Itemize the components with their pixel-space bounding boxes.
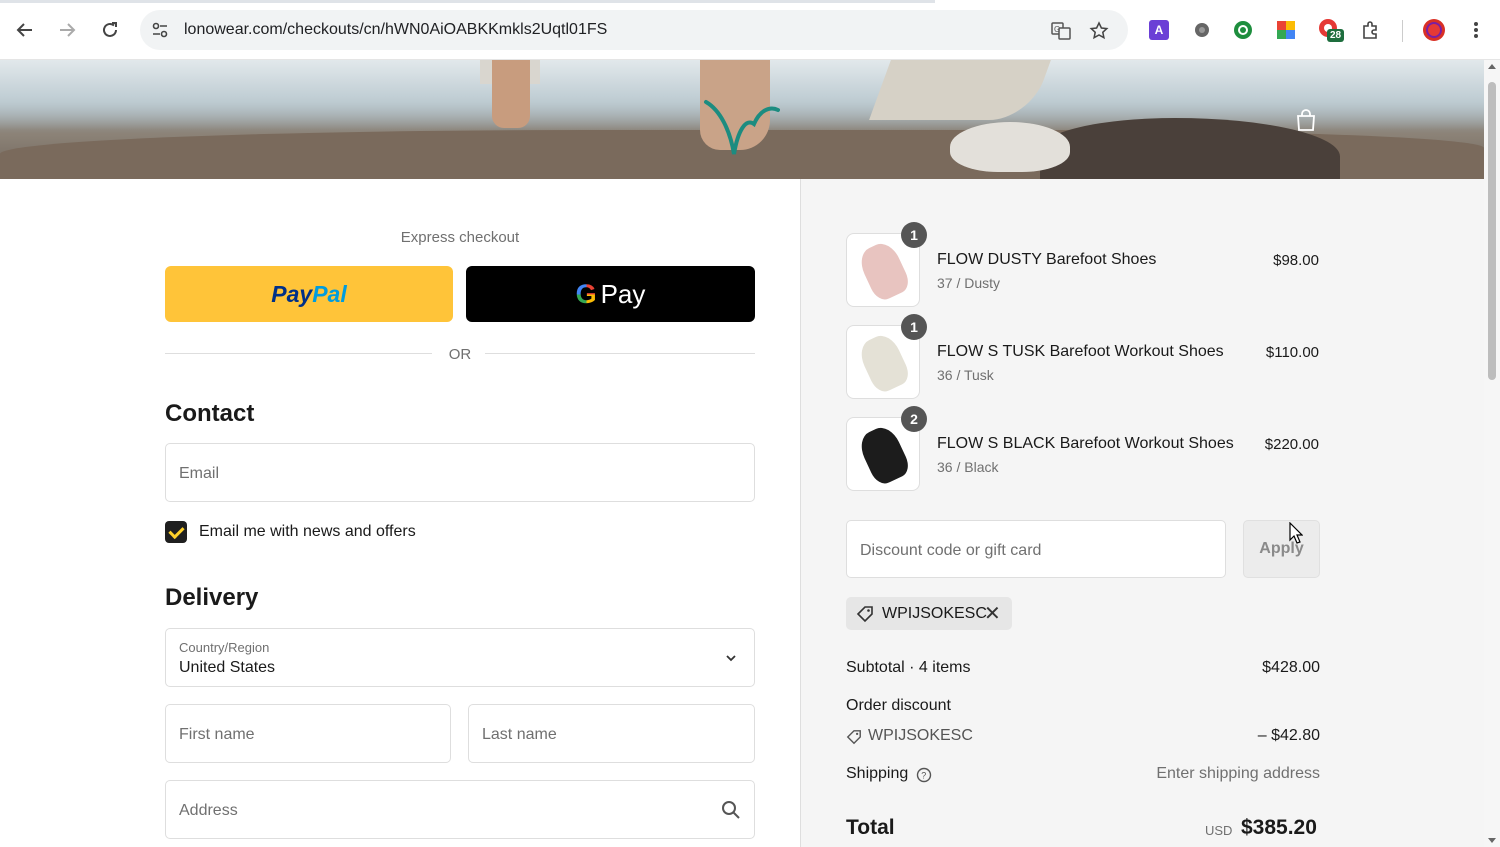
shoe-image xyxy=(855,422,913,488)
last-name-placeholder: Last name xyxy=(482,726,557,743)
scroll-down-icon[interactable] xyxy=(1488,838,1496,843)
tag-icon xyxy=(846,730,861,745)
banner-shoe xyxy=(950,122,1070,172)
discount-code-input[interactable]: Discount code or gift card xyxy=(846,520,1226,578)
country-label: Country/Region xyxy=(179,640,270,655)
or-divider: OR xyxy=(165,344,755,364)
cart-item-price: $110.00 xyxy=(1265,344,1319,361)
contact-heading: Contact xyxy=(165,400,255,427)
banner-leg xyxy=(492,60,530,128)
extension-badge-icon[interactable]: 28 xyxy=(1318,18,1346,46)
svg-text:G: G xyxy=(1054,25,1060,34)
country-select[interactable]: Country/Region United States xyxy=(165,628,755,687)
puzzle-icon[interactable] xyxy=(1361,20,1381,40)
toolbar-divider xyxy=(1402,20,1403,42)
newsletter-label[interactable]: Email me with news and offers xyxy=(199,523,416,541)
help-circle-icon[interactable]: ? xyxy=(916,767,932,783)
quantity-badge: 1 xyxy=(901,314,927,340)
delivery-heading: Delivery xyxy=(165,584,259,611)
total-label: Total xyxy=(846,816,895,839)
extension-circle-icon[interactable] xyxy=(1192,20,1212,40)
search-icon xyxy=(722,801,740,819)
total-currency: USD xyxy=(1205,823,1233,838)
extension-a-icon[interactable]: A xyxy=(1149,20,1169,40)
quantity-badge: 2 xyxy=(901,406,927,432)
scroll-up-icon[interactable] xyxy=(1488,64,1496,69)
profile-avatar-icon[interactable] xyxy=(1422,18,1446,42)
quantity-badge: 1 xyxy=(901,222,927,248)
cart-item-price: $220.00 xyxy=(1264,436,1319,453)
paypal-button[interactable]: Pay Pal xyxy=(165,266,453,322)
cart-item-price: $98.00 xyxy=(1273,252,1319,269)
google-pay-label: Pay xyxy=(600,278,646,309)
cart-item-thumbnail: 2 xyxy=(846,406,927,491)
apply-discount-button[interactable]: Apply xyxy=(1243,520,1320,578)
shoe-image xyxy=(855,330,913,396)
address-field[interactable]: Address xyxy=(165,780,755,839)
subtotal-row: Subtotal · 4 items $428.00 xyxy=(846,659,1320,681)
order-discount-row: Order discount xyxy=(846,697,1320,719)
shoe-image xyxy=(855,238,913,304)
cart-item-name: FLOW S BLACK Barefoot Workout Shoes xyxy=(937,435,1234,452)
checkout-header-banner xyxy=(0,60,1484,179)
forward-icon[interactable] xyxy=(53,16,81,44)
email-placeholder: Email xyxy=(179,465,220,482)
newsletter-checkbox[interactable] xyxy=(165,521,187,543)
or-label: OR xyxy=(448,346,472,363)
scrollbar-thumb[interactable] xyxy=(1488,82,1496,380)
cart-item-variant: 37 / Dusty xyxy=(937,275,1001,291)
cart-item-thumbnail: 1 xyxy=(846,222,927,307)
last-name-field[interactable]: Last name xyxy=(468,704,755,763)
tag-icon xyxy=(856,606,873,623)
cart-item-variant: 36 / Tusk xyxy=(937,367,994,383)
discount-placeholder: Discount code or gift card xyxy=(860,542,1042,559)
page-scrollbar[interactable] xyxy=(1484,60,1500,847)
total-value: $385.20 xyxy=(1241,816,1317,839)
remove-discount-icon[interactable]: ✕ xyxy=(984,601,1001,626)
first-name-placeholder: First name xyxy=(179,726,255,743)
bookmark-star-icon[interactable] xyxy=(1088,20,1110,42)
shipping-label: Shipping xyxy=(846,765,909,782)
applied-discount-chip: WPIJSOKESC ✕ xyxy=(846,597,1012,630)
kebab-menu-icon[interactable] xyxy=(1466,20,1486,40)
shipping-row: Shipping ? Enter shipping address xyxy=(846,765,1320,787)
discount-code-row: WPIJSOKESC – $42.80 xyxy=(846,727,1320,749)
mouse-cursor-icon xyxy=(1289,522,1303,544)
address-placeholder: Address xyxy=(179,802,238,819)
extension-sheets-icon[interactable] xyxy=(1276,20,1296,40)
url-text[interactable]: lonowear.com/checkouts/cn/hWN0AiOABKKmkl… xyxy=(184,21,607,39)
extension-green-icon[interactable] xyxy=(1233,20,1253,40)
google-pay-button[interactable]: G Pay xyxy=(466,266,755,322)
discount-amount: – $42.80 xyxy=(1257,727,1320,744)
reload-icon[interactable] xyxy=(96,16,124,44)
email-field[interactable]: Email xyxy=(165,443,755,502)
subtotal-label: Subtotal · 4 items xyxy=(846,659,971,676)
cart-item-thumbnail: 1 xyxy=(846,314,927,399)
applied-discount-code: WPIJSOKESC xyxy=(882,605,987,622)
discount-code-label: WPIJSOKESC xyxy=(868,727,973,744)
cart-item-name: FLOW DUSTY Barefoot Shoes xyxy=(937,251,1157,268)
chevron-down-icon xyxy=(726,655,736,662)
page-load-progress xyxy=(0,0,935,3)
brand-logo-icon[interactable] xyxy=(700,80,780,160)
site-info-icon[interactable] xyxy=(150,20,170,40)
cart-item-name: FLOW S TUSK Barefoot Workout Shoes xyxy=(937,343,1224,360)
paypal-logo-pal: Pal xyxy=(312,280,347,307)
browser-toolbar: lonowear.com/checkouts/cn/hWN0AiOABKKmkl… xyxy=(0,0,1500,60)
first-name-field[interactable]: First name xyxy=(165,704,451,763)
shipping-value: Enter shipping address xyxy=(1156,765,1320,782)
country-value: United States xyxy=(179,659,276,676)
extension-badge-count: 28 xyxy=(1327,29,1345,42)
address-bar[interactable]: lonowear.com/checkouts/cn/hWN0AiOABKKmkl… xyxy=(140,10,1128,50)
cart-item-variant: 36 / Black xyxy=(937,459,999,475)
back-icon[interactable] xyxy=(11,16,39,44)
google-g-icon: G xyxy=(575,278,597,309)
express-checkout-label: Express checkout xyxy=(400,229,520,246)
shopping-bag-icon[interactable] xyxy=(1294,108,1318,132)
subtotal-value: $428.00 xyxy=(1262,659,1320,676)
paypal-logo-pay: Pay xyxy=(271,280,313,307)
translate-icon[interactable]: G xyxy=(1050,20,1072,42)
svg-text:?: ? xyxy=(921,771,926,781)
order-discount-label: Order discount xyxy=(846,697,951,714)
